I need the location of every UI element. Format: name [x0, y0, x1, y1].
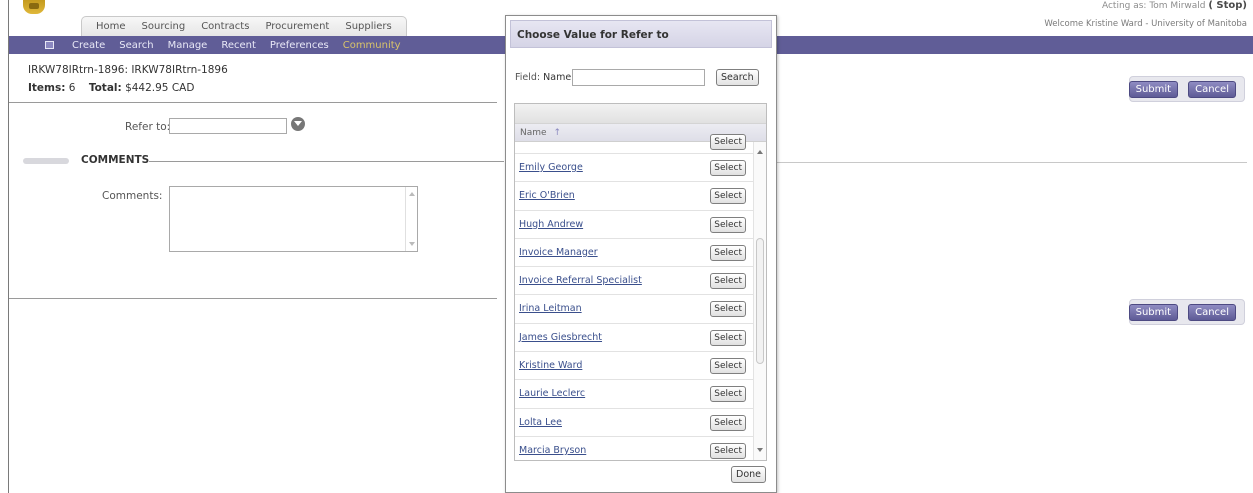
- document-title: IRKW78IRtrn-1896: IRKW78IRtrn-1896: [28, 64, 228, 76]
- select-button[interactable]: Select: [710, 442, 746, 459]
- tab-home[interactable]: Home: [96, 21, 126, 32]
- tab-suppliers[interactable]: Suppliers: [345, 21, 391, 32]
- section-line-right: [777, 162, 1247, 163]
- name-search-input[interactable]: [572, 69, 705, 86]
- result-name-link[interactable]: Eric O'Brien: [519, 190, 575, 201]
- tab-procurement[interactable]: Procurement: [265, 21, 329, 32]
- result-name-link[interactable]: Lolta Lee: [519, 417, 562, 428]
- section-marker: [23, 158, 69, 164]
- comments-textarea[interactable]: [169, 186, 418, 252]
- comments-scrollbar[interactable]: [405, 187, 417, 251]
- results-grid: Name ↑ Select Emily George Select Eric O'…: [514, 103, 767, 461]
- stop-acting-link[interactable]: ( Stop): [1208, 0, 1247, 11]
- result-name-link[interactable]: James Giesbrecht: [519, 332, 602, 343]
- comments-section-title: COMMENTS: [81, 154, 150, 166]
- result-name-link[interactable]: Invoice Referral Specialist: [519, 275, 642, 286]
- list-item: Eric O'Brien Select: [515, 182, 754, 211]
- university-logo: [23, 0, 45, 14]
- refer-to-input[interactable]: [169, 118, 287, 134]
- results-list: Select Emily George Select Eric O'Brien Se…: [515, 134, 754, 460]
- nav-create[interactable]: Create: [72, 40, 105, 51]
- top-action-bar: Submit Cancel: [1128, 76, 1245, 102]
- list-item: Marcia Bryson Select: [515, 437, 754, 460]
- done-button[interactable]: Done: [731, 466, 766, 483]
- list-item: Emily George Select: [515, 154, 754, 183]
- items-value: 6: [68, 82, 76, 94]
- choose-value-dialog: Choose Value for Refer to Field: Name Se…: [505, 15, 777, 493]
- scroll-up-icon[interactable]: [757, 150, 763, 154]
- result-name-link[interactable]: Irina Leitman: [519, 303, 582, 314]
- items-label: Items:: [28, 82, 66, 94]
- divider-top: [9, 102, 497, 103]
- list-item: Irina Leitman Select: [515, 295, 754, 324]
- section-line: [149, 161, 504, 162]
- submit-button-bottom[interactable]: Submit: [1128, 303, 1179, 321]
- sort-ascending-icon: ↑: [553, 128, 561, 138]
- total-label: Total:: [88, 82, 122, 94]
- tab-contracts[interactable]: Contracts: [201, 21, 249, 32]
- list-item: James Giesbrecht Select: [515, 324, 754, 353]
- field-label: Field: Name: [515, 72, 571, 83]
- result-name-link[interactable]: Hugh Andrew: [519, 219, 583, 230]
- cancel-button-bottom[interactable]: Cancel: [1188, 303, 1236, 321]
- document-summary: Items: 6 Total: $442.95 CAD: [28, 82, 194, 94]
- module-tabs: Home Sourcing Contracts Procurement Supp…: [81, 16, 407, 36]
- result-name-link[interactable]: Emily George: [519, 162, 583, 173]
- select-button[interactable]: Select: [710, 134, 746, 150]
- column-header-text: Name: [520, 128, 547, 138]
- select-button[interactable]: Select: [710, 160, 746, 176]
- acting-as-info: Acting as: Tom Mirwald ( Stop): [1102, 0, 1247, 11]
- list-item: Hugh Andrew Select: [515, 211, 754, 239]
- cancel-button[interactable]: Cancel: [1188, 80, 1236, 98]
- total-value: $442.95 CAD: [125, 82, 195, 94]
- dialog-title: Choose Value for Refer to: [510, 20, 772, 48]
- search-button[interactable]: Search: [716, 69, 759, 86]
- refer-to-label: Refer to:: [125, 121, 171, 133]
- result-name-link[interactable]: Laurie Leclerc: [519, 388, 585, 399]
- app-window: Home Sourcing Contracts Procurement Supp…: [8, 0, 1253, 493]
- results-scrollbar[interactable]: [753, 142, 766, 460]
- welcome-text: Welcome Kristine Ward - University of Ma…: [1044, 19, 1247, 29]
- nav-manage[interactable]: Manage: [168, 40, 208, 51]
- select-button[interactable]: Select: [710, 273, 746, 290]
- list-item: Kristine Ward Select: [515, 352, 754, 381]
- divider-bottom: [9, 298, 497, 299]
- nav-recent[interactable]: Recent: [221, 40, 256, 51]
- grid-toolbar: [515, 104, 766, 124]
- menu-toggle-icon[interactable]: [45, 41, 54, 49]
- select-button[interactable]: Select: [710, 414, 746, 431]
- select-button[interactable]: Select: [710, 358, 746, 375]
- select-button[interactable]: Select: [710, 216, 746, 233]
- list-item: Laurie Leclerc Select: [515, 380, 754, 409]
- select-button[interactable]: Select: [710, 386, 746, 403]
- nav-search[interactable]: Search: [119, 40, 153, 51]
- field-name-text: Name: [543, 72, 572, 83]
- result-name-link[interactable]: Invoice Manager: [519, 247, 598, 258]
- refer-to-dropdown-icon[interactable]: [291, 117, 305, 131]
- list-item: Select: [515, 134, 754, 154]
- result-name-link[interactable]: Kristine Ward: [519, 360, 582, 371]
- select-button[interactable]: Select: [710, 329, 746, 346]
- select-button[interactable]: Select: [710, 301, 746, 318]
- field-label-text: Field:: [515, 72, 541, 83]
- comments-label: Comments:: [102, 190, 163, 202]
- scrollbar-thumb[interactable]: [756, 238, 764, 364]
- tab-sourcing[interactable]: Sourcing: [142, 21, 186, 32]
- submit-button[interactable]: Submit: [1128, 80, 1179, 98]
- list-item: Lolta Lee Select: [515, 409, 754, 437]
- bottom-action-bar: Submit Cancel: [1128, 299, 1245, 325]
- nav-community[interactable]: Community: [343, 40, 401, 51]
- acting-as-text: Acting as: Tom Mirwald: [1101, 1, 1206, 11]
- nav-preferences[interactable]: Preferences: [270, 40, 329, 51]
- select-button[interactable]: Select: [710, 244, 746, 261]
- result-name-link[interactable]: Marcia Bryson: [519, 445, 586, 456]
- select-button[interactable]: Select: [710, 188, 746, 205]
- scroll-down-icon[interactable]: [757, 448, 763, 452]
- list-item: Invoice Referral Specialist Select: [515, 267, 754, 296]
- list-item: Invoice Manager Select: [515, 239, 754, 268]
